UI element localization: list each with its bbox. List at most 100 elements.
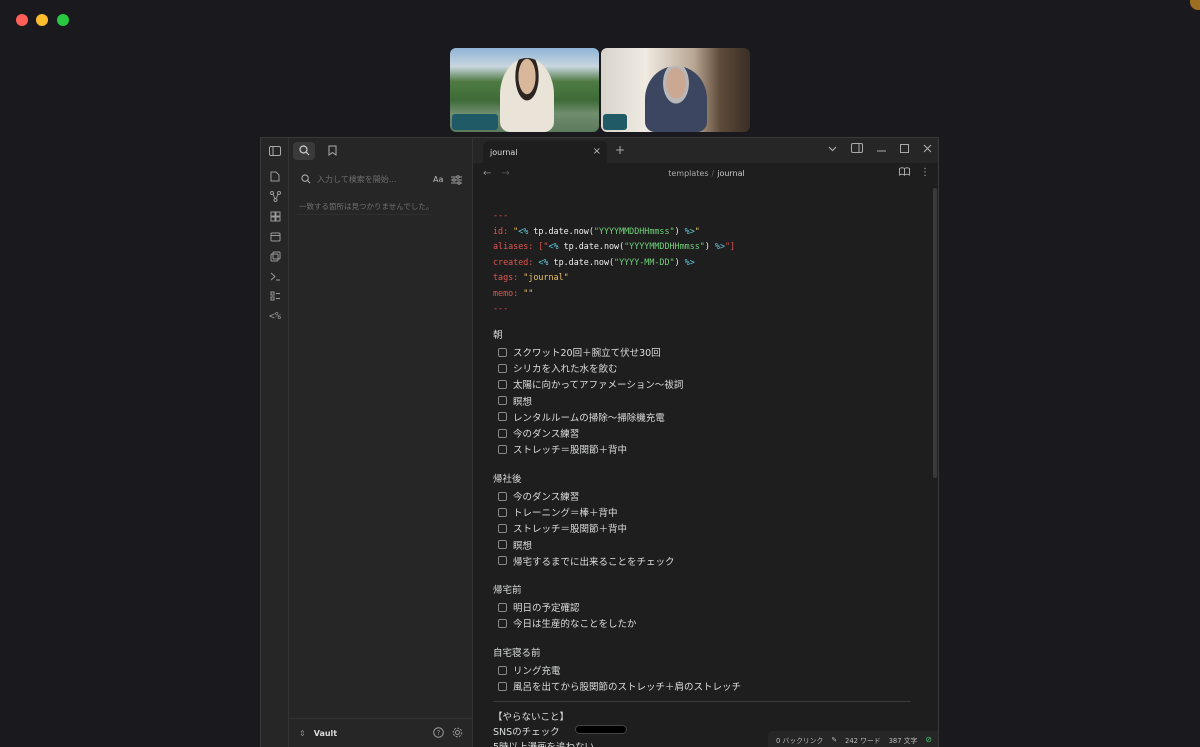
tab-journal[interactable]: journal × (483, 141, 607, 163)
task-checkbox[interactable] (498, 523, 507, 533)
task-checkbox[interactable] (498, 379, 507, 389)
tab-close-icon[interactable]: × (593, 146, 601, 157)
task-item[interactable]: レンタルルームの掃除〜掃除機充電 (493, 409, 913, 425)
task-item[interactable]: 帰宅するまでに出来ることをチェック (493, 553, 913, 569)
reading-view-icon[interactable] (899, 167, 910, 179)
task-checkbox[interactable] (498, 665, 507, 675)
match-case-toggle[interactable]: Aa (433, 175, 443, 184)
maximize-icon[interactable] (900, 143, 909, 156)
sync-check-icon[interactable]: ⊘ (925, 735, 932, 744)
search-icon (301, 174, 311, 184)
task-item[interactable]: 今のダンス練習 (493, 488, 913, 504)
more-options-icon[interactable]: ⋮ (920, 167, 930, 179)
task-item[interactable]: 今日は生産的なことをしたか (493, 615, 913, 631)
char-count: 387 文字 (888, 736, 918, 745)
calendar-icon[interactable] (266, 228, 284, 244)
obsidian-window: <% Aa 一致する箇所は見つかりませんでした。 ⇕ Vaul (260, 137, 939, 747)
copy-icon[interactable] (266, 248, 284, 264)
file-explorer-icon[interactable] (266, 168, 284, 184)
terminal-icon[interactable] (266, 268, 284, 284)
fm-key: memo: (493, 287, 524, 298)
task-checkbox[interactable] (498, 556, 507, 566)
corner-indicator (1190, 0, 1200, 10)
fm-function: tp.date.now( (548, 256, 615, 267)
fm-argument: "YYYYMMDDHHmmss" (593, 225, 675, 236)
close-icon[interactable] (923, 144, 932, 156)
task-checkbox[interactable] (498, 491, 507, 501)
graph-view-icon[interactable] (266, 188, 284, 204)
task-checkbox[interactable] (498, 540, 507, 550)
section-title: 帰宅前 (493, 585, 522, 596)
task-label: シリカを入れた水を飲む (513, 364, 618, 376)
search-settings-icon[interactable] (451, 170, 463, 189)
zoom-window-button[interactable] (57, 14, 69, 26)
task-checkbox[interactable] (498, 412, 507, 422)
bookmark-icon (328, 145, 336, 156)
task-checkbox[interactable] (498, 444, 507, 454)
task-checkbox[interactable] (498, 602, 507, 612)
fm-tag: %> (679, 256, 695, 267)
task-item[interactable]: 今のダンス練習 (493, 425, 913, 441)
task-item[interactable]: 瞑想 (493, 393, 913, 409)
checklist-icon[interactable] (266, 288, 284, 304)
bookmarks-tab[interactable] (321, 142, 343, 160)
edit-pencil-icon[interactable]: ✎ (831, 736, 837, 744)
task-checkbox[interactable] (498, 363, 507, 373)
video-tile-participant-2[interactable] (601, 48, 750, 132)
breadcrumb-current[interactable]: journal (717, 169, 745, 178)
settings-gear-icon[interactable] (452, 727, 463, 738)
section-before-home: 帰宅前 明日の予定確認 今日は生産的なことをしたか (493, 583, 913, 631)
left-ribbon: <% (261, 138, 289, 747)
fm-function: tp.date.now( (528, 225, 594, 236)
editor-scrollbar[interactable] (933, 188, 937, 478)
task-item[interactable]: リング充電 (493, 662, 913, 678)
fm-key: created: (493, 256, 539, 267)
task-item[interactable]: スクワット20回＋腕立て伏せ30回 (493, 344, 913, 360)
task-checkbox[interactable] (498, 507, 507, 517)
video-tile-participant-1[interactable] (450, 48, 599, 132)
search-tab[interactable] (293, 141, 315, 160)
svg-text:?: ? (437, 729, 441, 737)
task-checkbox[interactable] (498, 618, 507, 628)
breadcrumb-folder[interactable]: templates (668, 169, 708, 178)
frontmatter-block[interactable]: --- id: "<% tp.date.now("YYYYMMDDHHmmss"… (493, 208, 913, 317)
task-item[interactable]: シリカを入れた水を飲む (493, 360, 913, 376)
frontmatter-memo-line: memo: "" (493, 286, 913, 302)
help-icon[interactable]: ? (433, 727, 444, 738)
backlinks-count[interactable]: 0 バックリンク (776, 735, 823, 745)
vault-switcher-icon[interactable]: ⇕ (299, 729, 306, 738)
task-label: 今のダンス練習 (513, 429, 580, 441)
task-item[interactable]: 瞑想 (493, 537, 913, 553)
tab-list-chevron-icon[interactable] (828, 144, 837, 155)
participant-figure (645, 66, 707, 132)
task-checkbox[interactable] (498, 347, 507, 357)
divider (297, 214, 433, 215)
close-window-button[interactable] (16, 14, 28, 26)
canvas-icon[interactable] (266, 208, 284, 224)
status-bar: 0 バックリンク ✎ 242 ワード 387 文字 ⊘ (768, 731, 938, 747)
task-item[interactable]: ストレッチ＝股関節＋背中 (493, 441, 913, 457)
vault-name[interactable]: Vault (314, 729, 337, 738)
task-item[interactable]: 風呂を出てから股関節のストレッチ＋肩のストレッチ (493, 678, 913, 694)
minimize-window-button[interactable] (36, 14, 48, 26)
frontmatter-id-line: id: "<% tp.date.now("YYYYMMDDHHmmss") %>… (493, 224, 913, 240)
toggle-sidebar-button[interactable] (261, 138, 288, 163)
task-label: 帰宅するまでに出来ることをチェック (513, 556, 675, 568)
task-item[interactable]: ストレッチ＝股関節＋背中 (493, 520, 913, 536)
task-checkbox[interactable] (498, 396, 507, 406)
search-input[interactable] (317, 174, 427, 184)
templater-icon[interactable]: <% (266, 308, 284, 324)
task-label: レンタルルームの掃除〜掃除機充電 (513, 412, 665, 424)
task-item[interactable]: 太陽に向かってアファメーション〜祓詞 (493, 376, 913, 392)
fm-tag: %> (709, 241, 726, 251)
dont-item: 5時以上漫画を追わない (493, 739, 594, 747)
fm-string: " (694, 225, 700, 236)
toggle-right-sidebar-icon[interactable] (851, 143, 863, 156)
task-item[interactable]: 明日の予定確認 (493, 599, 913, 615)
minimize-icon[interactable] (877, 144, 886, 155)
task-checkbox[interactable] (498, 428, 507, 438)
task-item[interactable]: トレーニング＝棒＋背中 (493, 504, 913, 520)
frontmatter-created-line: created: <% tp.date.now("YYYY-MM-DD") %> (493, 255, 913, 271)
task-checkbox[interactable] (498, 681, 507, 691)
new-tab-icon[interactable]: + (615, 143, 625, 157)
